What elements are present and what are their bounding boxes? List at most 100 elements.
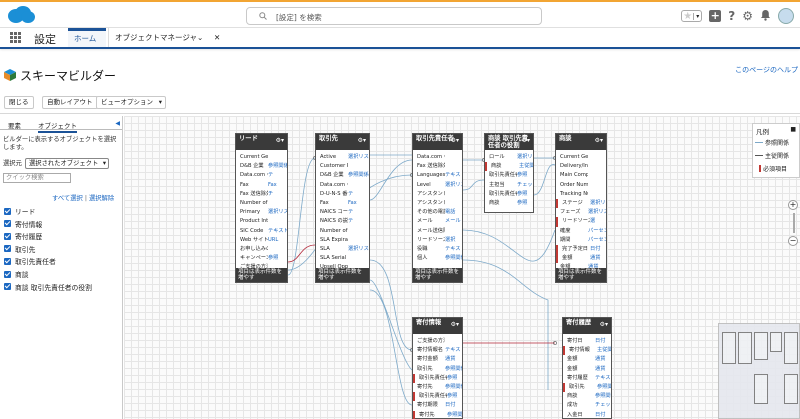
object-checkbox-item[interactable]: リード <box>4 206 35 216</box>
schema-node-history[interactable]: 寄付履歴⚙▾寄付日日付寄付情報主従関係金額通貨金額通貨寄付履歴テキスト取引先参照… <box>562 317 612 419</box>
schema-field[interactable]: 商談 主従関係 <box>485 162 533 172</box>
schema-field[interactable]: Fax Fax <box>236 181 287 190</box>
schema-field[interactable]: Delivery/Install <box>556 162 606 171</box>
schema-field[interactable]: 取引先責任者参照 <box>485 171 533 180</box>
schema-node-header[interactable]: 取引先 ⚙▾ <box>316 134 369 150</box>
schema-field[interactable]: リードソース選択 <box>413 236 462 245</box>
global-search-input[interactable]: [設定] を検索 <box>246 7 542 25</box>
gear-icon[interactable]: ⚙▾ <box>522 137 530 144</box>
checkbox[interactable] <box>4 270 11 278</box>
zoom-in-button[interactable]: + <box>788 200 798 210</box>
schema-field[interactable]: 成功 チェック <box>563 401 611 410</box>
object-filter-select[interactable]: 選択されたオブジェクト ▾ <box>25 158 109 169</box>
schema-field[interactable]: Fax 送信除外チ <box>236 190 287 199</box>
schema-node-header[interactable]: 商談 取引先責任者の役割 ⚙▾ <box>485 134 533 150</box>
schema-field[interactable]: 寄付金額 通貨 <box>413 355 462 364</box>
tab-elements[interactable]: 要素 <box>8 120 21 130</box>
schema-field[interactable]: 商談 参照 <box>485 199 533 208</box>
schema-node-contact[interactable]: 取引先責任者⚙▾Data.com キーFax 送信除外Languagesテキスト… <box>412 133 463 283</box>
view-options-button[interactable]: ビューオプション ▾ <box>96 96 166 109</box>
schema-field[interactable]: 取引先責任者参照 <box>413 392 462 402</box>
schema-node-donation[interactable]: 寄付情報⚙▾ご支援の方法寄付情報名テキスト寄付金額通貨取引先参照関係取引先責任者… <box>412 317 463 419</box>
schema-field[interactable]: 取引先責任者参照 <box>485 190 533 199</box>
schema-field[interactable]: アシスタント <box>413 190 462 199</box>
schema-field[interactable]: お申し込みの <box>236 245 287 254</box>
schema-field[interactable]: 寄付履歴テキスト <box>563 374 611 383</box>
schema-field[interactable]: Number of Locat <box>236 199 287 208</box>
schema-node-header[interactable]: 商談 ⚙▾ <box>556 134 606 150</box>
object-checkbox-item[interactable]: 商談 <box>4 269 29 279</box>
schema-field[interactable]: 商談 参照関係 <box>563 392 611 401</box>
auto-layout-button[interactable]: 自動レイアウト <box>42 96 98 109</box>
gear-icon[interactable]: ⚙▾ <box>451 321 459 328</box>
schema-field[interactable]: 確度 パーセント <box>556 227 606 236</box>
object-checkbox-item[interactable]: 取引先 <box>4 244 35 254</box>
schema-field[interactable]: Active 選択リスト <box>316 153 369 162</box>
schema-field[interactable]: ロール 選択リスト <box>485 153 533 162</box>
collapse-sidebar-icon[interactable]: ◀ <box>115 120 120 127</box>
object-checkbox-item[interactable]: 取引先責任者 <box>4 256 56 266</box>
schema-field[interactable]: キャンペーン参照 <box>236 254 287 263</box>
schema-field[interactable]: 入金日 日付 <box>563 411 611 419</box>
schema-field[interactable]: 取引先 参照関係 <box>413 365 462 374</box>
schema-field[interactable]: D-U-N-S 番号テ <box>316 190 369 199</box>
schema-field[interactable]: 寄付先 参照関係 <box>413 410 462 419</box>
gear-icon[interactable]: ⚙ <box>742 9 753 23</box>
zoom-slider[interactable] <box>793 213 795 233</box>
schema-field[interactable]: 期間 パーセン <box>556 236 606 245</box>
schema-node-header[interactable]: 取引先責任者 ⚙▾ <box>413 134 462 150</box>
schema-field[interactable]: Current Generat <box>556 153 606 162</box>
schema-field[interactable]: Primary 選択リス <box>236 208 287 217</box>
schema-field[interactable]: Product Interest <box>236 217 287 226</box>
schema-field[interactable]: 取引先 参照関係 <box>563 382 611 393</box>
quick-search-input[interactable]: クイック検索 <box>3 173 71 183</box>
gear-icon[interactable]: ⚙▾ <box>451 137 459 144</box>
app-launcher-icon[interactable] <box>10 32 21 43</box>
close-icon[interactable]: ✕ <box>214 28 220 47</box>
bell-icon[interactable] <box>760 9 771 23</box>
schema-field[interactable]: 寄付期限 日付 <box>413 401 462 410</box>
schema-field[interactable]: メール メール <box>413 217 462 226</box>
schema-node-lead[interactable]: リード ⚙▾ Current Generat D&B 企業参照関係Data.com キ… <box>235 133 288 283</box>
help-link[interactable]: このページのヘルプ <box>735 65 798 75</box>
schema-field[interactable]: 金額 通貨 <box>556 254 606 264</box>
avatar[interactable] <box>778 8 794 24</box>
schema-field[interactable]: Data.com キー <box>413 153 462 162</box>
favorites-star-icon[interactable]: ★ ▾ <box>681 10 703 22</box>
global-actions-plus-icon[interactable]: + <box>709 10 722 22</box>
gear-icon[interactable]: ⚙▾ <box>595 137 603 144</box>
select-all-link[interactable]: すべて選択 <box>52 195 83 202</box>
schema-field[interactable]: Fax Fax <box>316 199 369 208</box>
schema-field[interactable]: Level 選択リスト <box>413 181 462 190</box>
schema-field[interactable]: Data.com キーテ <box>236 171 287 180</box>
object-checkbox-item[interactable]: 商談 取引先責任者の役割 <box>4 282 92 292</box>
schema-field[interactable]: Languagesテキスト <box>413 171 462 180</box>
schema-field[interactable]: D&B 企業 参照関係 <box>316 171 369 180</box>
schema-field[interactable]: Tracking Numbe <box>556 190 606 199</box>
schema-field[interactable]: 完了予定日 日付 <box>556 244 606 255</box>
checkbox[interactable] <box>4 283 11 291</box>
schema-field[interactable]: 寄付日 日付 <box>563 337 611 346</box>
schema-field[interactable]: その他の電話電話 <box>413 208 462 217</box>
schema-field[interactable]: NAICS の説明テ <box>316 217 369 226</box>
close-button[interactable]: 閉じる <box>4 96 34 109</box>
schema-field[interactable]: SIC Code テキスト <box>236 227 287 236</box>
schema-field[interactable]: Number of Locat <box>316 227 369 236</box>
schema-field[interactable]: 取引先責任者参照 <box>413 373 462 383</box>
schema-field[interactable]: ご支援の方法 <box>413 337 462 346</box>
schema-node-account[interactable]: 取引先⚙▾Active選択リストCustomer PrioritD&B 企業参照… <box>315 133 370 283</box>
schema-field[interactable]: Order Number <box>556 181 606 190</box>
checkbox[interactable] <box>4 232 11 240</box>
schema-node-header[interactable]: リード ⚙▾ <box>236 134 287 150</box>
help-icon[interactable]: ? <box>728 9 735 23</box>
deselect-link[interactable]: 選択解除 <box>89 195 114 202</box>
object-checkbox-item[interactable]: 寄付情報 <box>4 219 42 229</box>
gear-icon[interactable]: ⚙▾ <box>276 137 284 144</box>
schema-node-ocr[interactable]: 商談 取引先責任者の役割⚙▾ ロール選択リスト商談主従関係取引先責任者参照主担当チ… <box>484 133 534 213</box>
schema-field[interactable]: NAICS コードテ <box>316 208 369 217</box>
canvas-minimap[interactable] <box>718 323 800 419</box>
schema-field[interactable]: SLA Serial Numb <box>316 254 369 263</box>
schema-field[interactable]: 金額 通貨 <box>563 365 611 374</box>
schema-field[interactable]: 主担当 チェック <box>485 181 533 190</box>
schema-node-footer[interactable]: 項目は表示件数を増やす <box>316 268 369 282</box>
